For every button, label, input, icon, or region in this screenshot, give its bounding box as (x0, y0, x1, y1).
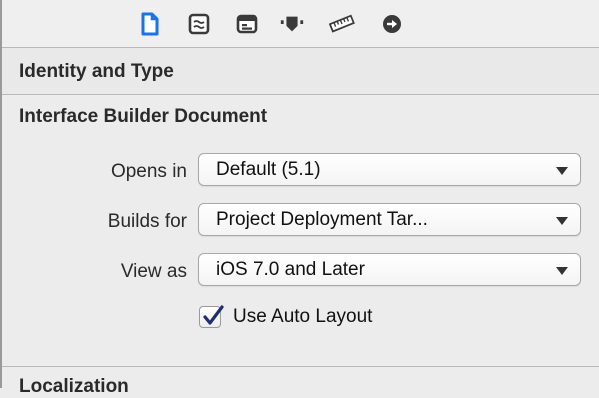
opens-in-label: Opens in (110, 161, 187, 182)
chevron-down-icon (556, 267, 568, 275)
connections-inspector-icon[interactable] (379, 11, 405, 37)
builds-for-value: Project Deployment Tar... (216, 209, 428, 230)
builds-for-popup[interactable]: Project Deployment Tar... (198, 203, 581, 236)
use-auto-layout-checkbox[interactable] (199, 305, 224, 328)
checkmark-icon (203, 305, 224, 325)
opens-in-popup[interactable]: Default (5.1) (198, 153, 581, 186)
builds-for-label: Builds for (107, 211, 187, 232)
view-as-value: iOS 7.0 and Later (216, 259, 365, 280)
chevron-down-icon (556, 167, 568, 175)
view-as-popup[interactable]: iOS 7.0 and Later (198, 253, 581, 286)
use-auto-layout-label: Use Auto Layout (233, 306, 373, 327)
section-localization[interactable]: Localization (19, 376, 129, 398)
opens-in-value: Default (5.1) (216, 159, 321, 180)
view-as-label: View as (120, 261, 187, 282)
inspector-toolbar (2, 0, 599, 48)
chevron-down-icon (556, 217, 568, 225)
section-identity-and-type[interactable]: Identity and Type (2, 48, 599, 95)
quick-help-icon[interactable] (186, 11, 212, 37)
file-inspector-icon[interactable] (137, 11, 163, 37)
section-divider (2, 366, 599, 367)
identity-inspector-icon[interactable] (234, 11, 260, 37)
size-inspector-icon[interactable] (329, 11, 355, 37)
use-auto-layout-row[interactable]: Use Auto Layout (199, 304, 372, 330)
section-interface-builder-document[interactable]: Interface Builder Document (19, 106, 267, 128)
attributes-inspector-icon[interactable] (279, 11, 305, 37)
